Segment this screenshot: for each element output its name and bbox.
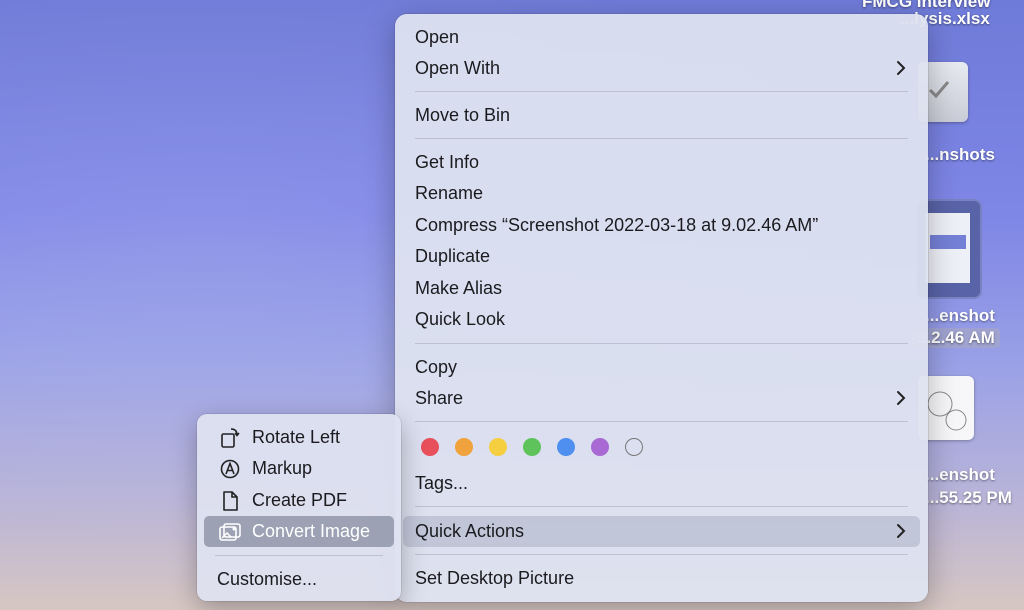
menu-item-set-desktop-picture[interactable]: Set Desktop Picture (403, 563, 920, 594)
markup-icon (218, 457, 242, 481)
image-icon (218, 520, 242, 544)
menu-separator (415, 506, 908, 507)
menu-item-get-info[interactable]: Get Info (403, 147, 920, 178)
menu-separator (215, 555, 383, 556)
menu-item-duplicate[interactable]: Duplicate (403, 241, 920, 272)
submenu-item-label: Create PDF (252, 490, 348, 510)
submenu-item-label: Rotate Left (252, 427, 341, 447)
menu-item-open-with[interactable]: Open With (403, 53, 920, 84)
menu-separator (415, 421, 908, 422)
desktop-file-label[interactable]: ...55.25 PM (925, 488, 1012, 508)
desktop-file-label[interactable]: ...enshot (925, 306, 995, 326)
context-menu: Open Open With Move to Bin Get Info Rena… (395, 14, 928, 602)
tag-blue[interactable] (557, 438, 575, 456)
menu-separator (415, 91, 908, 92)
menu-item-label: Quick Look (415, 309, 506, 329)
menu-item-label: Open (415, 27, 460, 47)
menu-item-label: Copy (415, 357, 458, 377)
tag-none[interactable] (625, 438, 643, 456)
menu-item-label: Move to Bin (415, 105, 511, 125)
submenu-item-customise[interactable]: Customise... (204, 564, 394, 595)
menu-item-label: Share (415, 388, 464, 408)
menu-item-label: Open With (415, 58, 501, 78)
submenu-item-label: Markup (252, 458, 313, 478)
menu-item-label: Set Desktop Picture (415, 568, 575, 588)
chevron-right-icon (897, 61, 906, 75)
menu-separator (415, 138, 908, 139)
submenu-item-label: Customise... (217, 569, 318, 589)
chevron-right-icon (897, 391, 906, 405)
menu-item-compress[interactable]: Compress “Screenshot 2022-03-18 at 9.02.… (403, 210, 920, 241)
tag-purple[interactable] (591, 438, 609, 456)
submenu-item-convert-image[interactable]: Convert Image (204, 516, 394, 547)
menu-item-quick-look[interactable]: Quick Look (403, 304, 920, 335)
menu-item-copy[interactable]: Copy (403, 352, 920, 383)
tag-green[interactable] (523, 438, 541, 456)
submenu-item-create-pdf[interactable]: Create PDF (204, 485, 394, 516)
submenu-item-rotate-left[interactable]: Rotate Left (204, 422, 394, 453)
menu-item-rename[interactable]: Rename (403, 178, 920, 209)
document-icon (218, 489, 242, 513)
menu-item-make-alias[interactable]: Make Alias (403, 273, 920, 304)
tag-yellow[interactable] (489, 438, 507, 456)
tag-red[interactable] (421, 438, 439, 456)
menu-item-tags[interactable]: Tags... (403, 468, 920, 499)
chevron-right-icon (897, 524, 906, 538)
menu-item-label: Tags... (415, 473, 469, 493)
desktop-file-label[interactable]: ...enshot (925, 465, 995, 485)
menu-item-label: Duplicate (415, 246, 491, 266)
submenu-item-markup[interactable]: Markup (204, 453, 394, 484)
menu-item-share[interactable]: Share (403, 383, 920, 414)
menu-item-label: Compress “Screenshot 2022-03-18 at 9.02.… (415, 215, 819, 235)
menu-item-move-to-bin[interactable]: Move to Bin (403, 100, 920, 131)
menu-item-label: Quick Actions (415, 521, 525, 541)
quick-actions-submenu: Rotate Left Markup Create PDF Convert Im… (197, 414, 401, 601)
menu-item-label: Get Info (415, 152, 480, 172)
menu-separator (415, 343, 908, 344)
desktop-folder-label[interactable]: ...nshots (925, 145, 995, 165)
menu-item-label: Make Alias (415, 278, 503, 298)
menu-separator (415, 554, 908, 555)
tag-orange[interactable] (455, 438, 473, 456)
menu-item-quick-actions[interactable]: Quick Actions (403, 516, 920, 547)
menu-item-label: Rename (415, 183, 484, 203)
menu-item-open[interactable]: Open (403, 22, 920, 53)
rotate-left-icon (218, 426, 242, 450)
submenu-item-label: Convert Image (252, 521, 371, 541)
